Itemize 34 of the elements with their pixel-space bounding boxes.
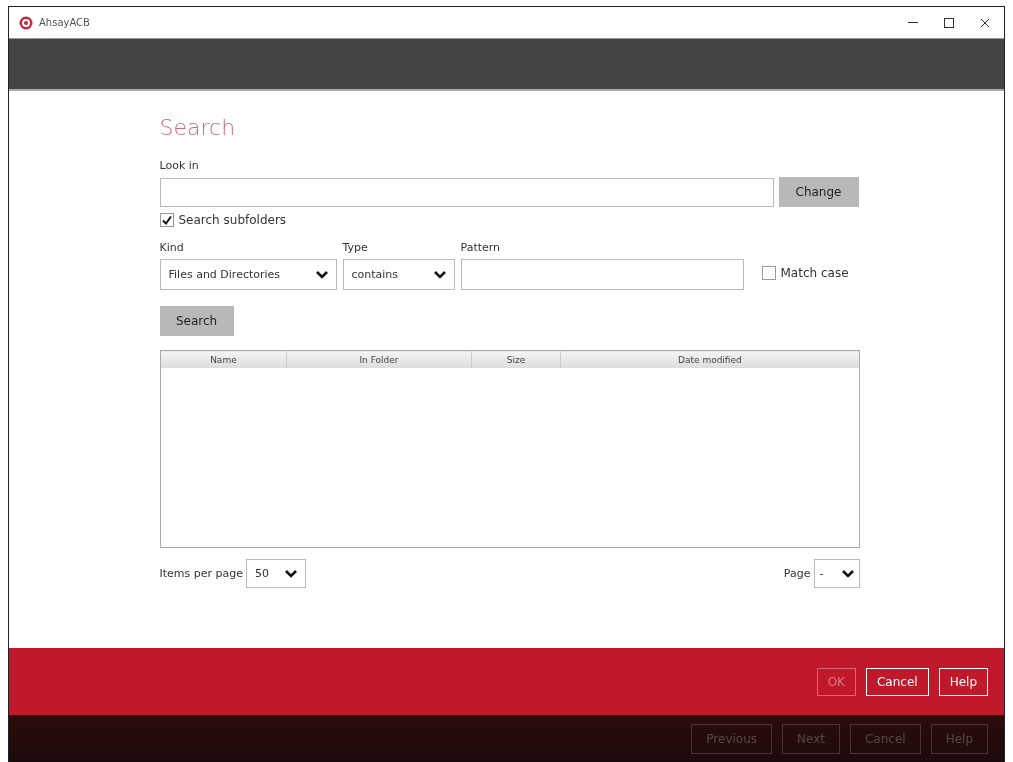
kind-dropdown[interactable]: Files and Directories xyxy=(159,259,337,290)
field-label: Kind xyxy=(159,241,185,254)
pattern-field[interactable] xyxy=(460,259,744,290)
items-per-page-dropdown[interactable]: 50 xyxy=(246,559,306,588)
page-label: Page xyxy=(783,567,811,580)
field-label: Look in xyxy=(159,159,199,172)
app-logo-icon xyxy=(19,15,33,30)
look-in-field[interactable] xyxy=(159,177,774,207)
chevron-down-icon xyxy=(285,569,297,578)
window-title: AhsayACB xyxy=(39,17,91,28)
column-header[interactable]: Size xyxy=(471,350,561,368)
dialog-button[interactable]: Help xyxy=(938,667,988,696)
chevron-down-icon xyxy=(841,569,854,578)
search-button[interactable]: Search xyxy=(159,306,234,336)
page-heading: Search xyxy=(159,115,236,140)
checkbox-label: Search subfolders xyxy=(178,213,287,227)
checkbox-label: Match case xyxy=(780,266,849,280)
chevron-down-icon xyxy=(315,270,328,279)
checkbox[interactable] xyxy=(761,266,776,280)
items-per-page-label: Items per page xyxy=(159,567,243,580)
column-header[interactable]: Date modified xyxy=(560,350,859,368)
page-dropdown[interactable]: - xyxy=(813,559,860,588)
column-header[interactable]: Name xyxy=(160,350,287,368)
dialog-button[interactable]: Cancel xyxy=(866,667,929,696)
minimize-icon[interactable] xyxy=(908,21,918,24)
maximize-icon[interactable] xyxy=(944,17,954,28)
type-dropdown[interactable]: contains xyxy=(342,259,455,290)
column-header[interactable]: In Folder xyxy=(286,350,472,368)
chevron-down-icon xyxy=(433,270,446,279)
close-icon[interactable] xyxy=(980,17,990,28)
field-label: Pattern xyxy=(460,241,502,254)
checkbox[interactable] xyxy=(159,213,174,227)
field-label: Type xyxy=(342,241,369,254)
change-button[interactable]: Change xyxy=(778,177,859,207)
